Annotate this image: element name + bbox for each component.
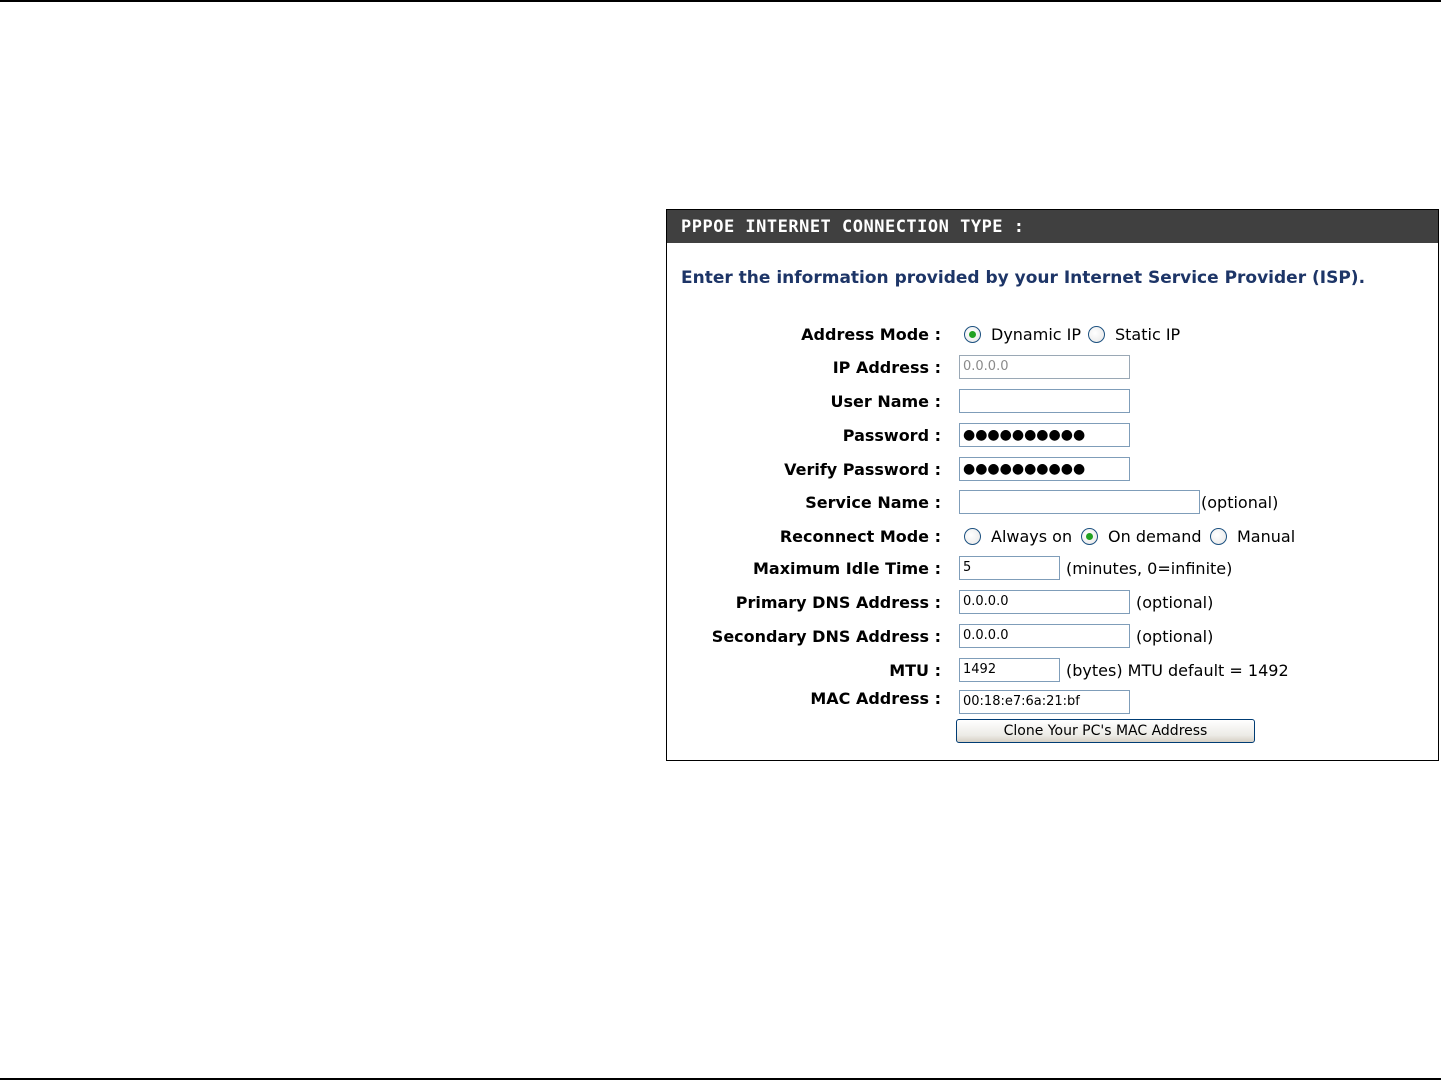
secondary-dns-input[interactable]: 0.0.0.0	[959, 624, 1130, 648]
max-idle-time-note: (minutes, 0=infinite)	[1066, 559, 1233, 578]
service-name-label: Service Name :	[805, 493, 941, 512]
max-idle-time-input[interactable]: 5	[959, 556, 1060, 580]
on-demand-label[interactable]: On demand	[1108, 522, 1202, 552]
ip-address-label: IP Address :	[832, 358, 941, 377]
address-mode-label: Address Mode :	[801, 325, 941, 344]
mtu-label: MTU :	[889, 661, 941, 680]
primary-dns-row: Primary DNS Address : 0.0.0.0 (optional)	[667, 588, 1438, 618]
service-name-row: Service Name : (optional)	[667, 488, 1438, 518]
pppoe-panel: PPPOE INTERNET CONNECTION TYPE : Enter t…	[666, 209, 1439, 761]
max-idle-time-label: Maximum Idle Time :	[752, 559, 941, 578]
mac-address-label: MAC Address :	[810, 689, 941, 708]
dynamic-ip-radio[interactable]	[964, 326, 981, 343]
bottom-rule	[0, 1078, 1441, 1080]
always-on-label[interactable]: Always on	[991, 522, 1072, 552]
secondary-dns-note: (optional)	[1136, 627, 1214, 646]
primary-dns-input[interactable]: 0.0.0.0	[959, 590, 1130, 614]
verify-password-label: Verify Password :	[784, 460, 941, 479]
mac-address-row: MAC Address : 00:18:e7:6a:21:bf	[667, 684, 1438, 714]
verify-password-row: Verify Password : ●●●●●●●●●●	[667, 455, 1438, 485]
password-row: Password : ●●●●●●●●●●	[667, 421, 1438, 451]
mtu-note: (bytes) MTU default = 1492	[1066, 661, 1289, 680]
panel-title: PPPOE INTERNET CONNECTION TYPE :	[667, 210, 1438, 243]
on-demand-radio[interactable]	[1081, 528, 1098, 545]
primary-dns-label: Primary DNS Address :	[735, 593, 941, 612]
password-input[interactable]: ●●●●●●●●●●	[959, 423, 1130, 447]
ip-address-input[interactable]: 0.0.0.0	[959, 355, 1130, 379]
always-on-radio[interactable]	[964, 528, 981, 545]
reconnect-mode-label: Reconnect Mode :	[779, 527, 941, 546]
reconnect-mode-row: Reconnect Mode : Always on On demand Man…	[667, 522, 1438, 552]
static-ip-label[interactable]: Static IP	[1115, 320, 1180, 350]
user-name-row: User Name :	[667, 387, 1438, 417]
mtu-row: MTU : 1492 (bytes) MTU default = 1492	[667, 656, 1438, 686]
secondary-dns-row: Secondary DNS Address : 0.0.0.0 (optiona…	[667, 622, 1438, 652]
mac-address-input[interactable]: 00:18:e7:6a:21:bf	[959, 690, 1130, 714]
max-idle-time-row: Maximum Idle Time : 5 (minutes, 0=infini…	[667, 554, 1438, 584]
manual-label[interactable]: Manual	[1237, 522, 1295, 552]
mtu-input[interactable]: 1492	[959, 658, 1060, 682]
ip-address-row: IP Address : 0.0.0.0	[667, 353, 1438, 383]
dynamic-ip-label[interactable]: Dynamic IP	[991, 320, 1081, 350]
user-name-input[interactable]	[959, 389, 1130, 413]
password-label: Password :	[842, 426, 941, 445]
user-name-label: User Name :	[830, 392, 941, 411]
verify-password-input[interactable]: ●●●●●●●●●●	[959, 457, 1130, 481]
secondary-dns-label: Secondary DNS Address :	[711, 627, 941, 646]
clone-mac-address-button[interactable]: Clone Your PC's MAC Address	[956, 719, 1255, 743]
manual-radio[interactable]	[1210, 528, 1227, 545]
address-mode-row: Address Mode : Dynamic IP Static IP	[667, 320, 1438, 350]
service-name-note: (optional)	[1201, 493, 1279, 512]
intro-text: Enter the information provided by your I…	[681, 268, 1366, 288]
primary-dns-note: (optional)	[1136, 593, 1214, 612]
static-ip-radio[interactable]	[1088, 326, 1105, 343]
top-rule	[0, 0, 1441, 2]
service-name-input[interactable]	[959, 490, 1200, 514]
